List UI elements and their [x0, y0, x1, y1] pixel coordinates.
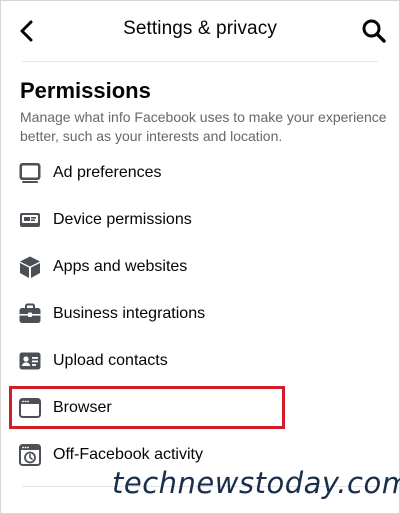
list-item-ad-preferences[interactable]: Ad preferences: [0, 150, 400, 197]
list-item-browser[interactable]: Browser: [0, 385, 400, 432]
page-title: Settings & privacy: [123, 18, 277, 39]
ad-preferences-icon: [18, 161, 42, 185]
list-item-label: Device permissions: [53, 211, 192, 228]
list-item-upload-contacts[interactable]: Upload contacts: [0, 338, 400, 385]
list-item-label: Apps and websites: [53, 258, 188, 275]
apps-and-websites-icon: [18, 255, 42, 279]
section-description: Manage what info Facebook uses to make y…: [20, 109, 387, 144]
device-permissions-icon: [18, 208, 42, 232]
list-item-apps-and-websites[interactable]: Apps and websites: [0, 244, 400, 291]
list-item-label: Business integrations: [53, 305, 206, 322]
browser-window-icon: [18, 396, 42, 420]
header-divider: [22, 61, 378, 62]
search-icon: [362, 19, 386, 43]
search-button[interactable]: [360, 17, 388, 45]
list-item-label: Off-Facebook activity: [53, 446, 203, 463]
section-title: Permissions: [20, 78, 151, 103]
list-item-device-permissions[interactable]: Device permissions: [0, 197, 400, 244]
contact-card-icon: [18, 349, 42, 373]
list-item-business-integrations[interactable]: Business integrations: [0, 291, 400, 338]
list-item-label: Ad preferences: [53, 164, 162, 181]
list-item-label: Browser: [53, 399, 112, 416]
watermark: technewstoday.com: [112, 466, 400, 500]
list-item-label: Upload contacts: [53, 352, 168, 369]
top-bar: Settings & privacy: [0, 0, 400, 60]
activity-history-icon: [18, 443, 42, 467]
briefcase-icon: [18, 302, 42, 326]
